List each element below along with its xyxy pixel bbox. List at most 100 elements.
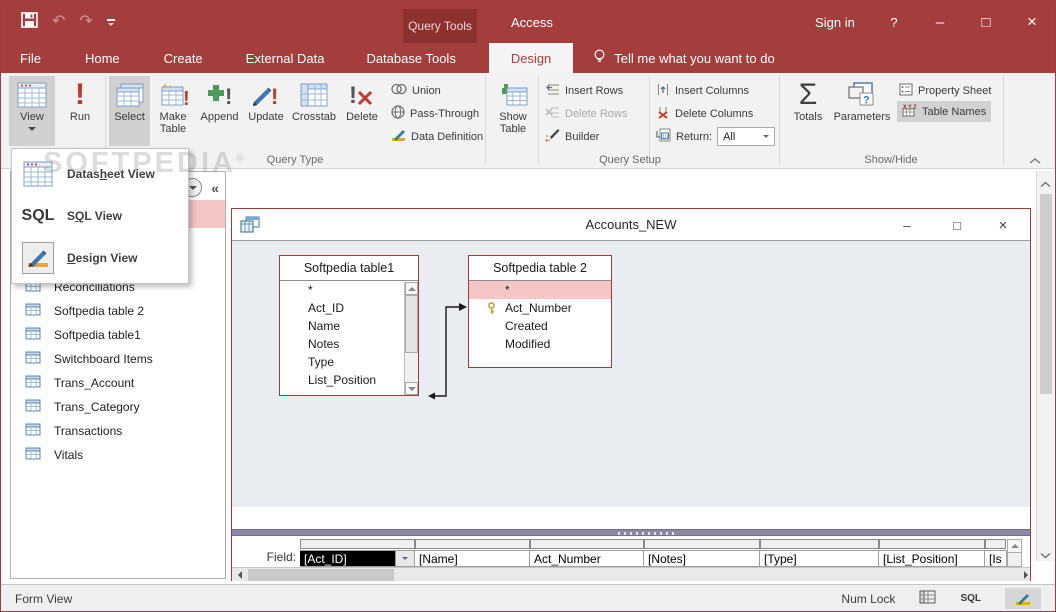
grid-horizontal-scrollbar[interactable] bbox=[232, 567, 1030, 581]
tab-home[interactable]: Home bbox=[66, 43, 139, 73]
view-label: View bbox=[20, 111, 44, 123]
join-line[interactable] bbox=[232, 241, 632, 441]
grid-column-header[interactable] bbox=[644, 539, 760, 549]
insert-columns-button[interactable]: Insert Columns bbox=[656, 80, 749, 101]
view-button[interactable]: View bbox=[9, 76, 55, 146]
property-sheet-button[interactable]: Property Sheet bbox=[899, 80, 991, 101]
tab-design[interactable]: Design bbox=[488, 43, 574, 73]
totals-button[interactable]: Σ Totals bbox=[787, 76, 829, 146]
grid-cell-act-id[interactable]: [Act_ID] bbox=[300, 550, 415, 567]
grid-column-header[interactable] bbox=[985, 539, 1006, 549]
builder-label: Builder bbox=[565, 130, 600, 143]
tab-external-data[interactable]: External Data bbox=[227, 43, 344, 73]
design-view-status-icon[interactable] bbox=[1005, 588, 1041, 609]
join-arrow-left bbox=[428, 392, 435, 400]
update-button[interactable]: ! Update bbox=[244, 76, 288, 146]
grid-column-header[interactable] bbox=[300, 539, 415, 549]
run-button[interactable]: ! Run bbox=[59, 76, 101, 146]
grid-scroll-up-icon[interactable] bbox=[1008, 540, 1021, 553]
tab-file[interactable]: File bbox=[1, 43, 60, 73]
return-combobox[interactable]: All bbox=[717, 127, 776, 146]
parameters-label: Parameters bbox=[833, 111, 891, 123]
nav-item-softpedia-table-2[interactable]: Softpedia table 2 bbox=[11, 299, 225, 323]
nav-item-trans-category[interactable]: Trans_Category bbox=[11, 395, 225, 419]
svg-text:!: ! bbox=[271, 84, 278, 108]
table-icon bbox=[25, 303, 41, 319]
builder-button[interactable]: Builder bbox=[545, 126, 599, 147]
table-names-toggle[interactable]: X Y Z Table Names bbox=[897, 101, 992, 122]
shutter-bar-collapse-icon[interactable]: « bbox=[211, 180, 219, 196]
datasheet-view-status-icon[interactable] bbox=[919, 590, 936, 607]
field-row-label: Field: bbox=[266, 550, 296, 564]
show-table-button[interactable]: Show Table bbox=[491, 76, 535, 146]
help-button[interactable]: ? bbox=[871, 15, 917, 30]
minimize-button[interactable]: – bbox=[917, 14, 963, 31]
designer-splitter[interactable] bbox=[232, 529, 1030, 536]
query-maximize-button[interactable]: □ bbox=[934, 209, 980, 241]
contextual-tab-query-tools[interactable]: Query Tools bbox=[403, 9, 477, 43]
nav-item-transactions[interactable]: Transactions bbox=[11, 419, 225, 443]
sql-view-status-icon[interactable]: SQL bbox=[960, 593, 981, 604]
return-icon: 10 bbox=[656, 128, 671, 145]
scroll-left-icon[interactable] bbox=[232, 568, 247, 582]
parameters-button[interactable]: ? Parameters bbox=[831, 76, 893, 146]
nav-item-label: Softpedia table1 bbox=[54, 328, 141, 342]
menu-item-datasheet-view[interactable]: Datasheet View bbox=[12, 153, 188, 195]
scrollbar-thumb[interactable] bbox=[1040, 194, 1052, 394]
collapse-ribbon-chevron-icon[interactable] bbox=[1029, 152, 1041, 170]
sign-in-button[interactable]: Sign in bbox=[799, 15, 871, 30]
customize-qat-icon[interactable] bbox=[106, 18, 115, 26]
scroll-down-chevron-icon[interactable] bbox=[1040, 546, 1051, 564]
nav-item-switchboard-items[interactable]: Switchboard Items bbox=[11, 347, 225, 371]
nav-item-softpedia-table1[interactable]: Softpedia table1 bbox=[11, 323, 225, 347]
grid-cell-list-position[interactable]: [List_Position] bbox=[879, 550, 985, 567]
crosstab-button[interactable]: Crosstab bbox=[289, 76, 339, 146]
tab-database-tools[interactable]: Database Tools bbox=[347, 43, 474, 73]
grid-cell-type[interactable]: [Type] bbox=[760, 550, 879, 567]
menu-item-sql-view[interactable]: SQL SQL View bbox=[12, 195, 188, 237]
undo-icon[interactable]: ↶ bbox=[52, 14, 65, 30]
table-icon bbox=[25, 375, 41, 391]
menu-item-design-view[interactable]: Design View bbox=[12, 237, 188, 279]
query-close-button[interactable]: × bbox=[980, 209, 1026, 241]
select-query-button[interactable]: Select bbox=[109, 76, 150, 146]
grid-column-header[interactable] bbox=[879, 539, 985, 549]
grid-cell-clipped[interactable]: [Is bbox=[985, 550, 1007, 567]
crosstab-label: Crosstab bbox=[291, 111, 337, 123]
status-bar: Form View Num Lock SQL bbox=[1, 584, 1055, 611]
save-icon[interactable] bbox=[21, 11, 38, 33]
table-icon bbox=[25, 327, 41, 343]
grid-cell-act-number[interactable]: Act_Number bbox=[530, 550, 644, 567]
grid-column-header[interactable] bbox=[760, 539, 879, 549]
append-button[interactable]: ! Append bbox=[197, 76, 242, 146]
scroll-up-chevron-icon[interactable] bbox=[1040, 175, 1051, 193]
tab-create[interactable]: Create bbox=[145, 43, 222, 73]
grid-cell-notes[interactable]: [Notes] bbox=[644, 550, 760, 567]
grid-column-header[interactable] bbox=[415, 539, 530, 549]
union-button[interactable]: Union bbox=[391, 80, 441, 101]
data-definition-button[interactable]: Data Definition bbox=[391, 126, 483, 147]
close-button[interactable]: × bbox=[1009, 12, 1055, 32]
insert-rows-button[interactable]: Insert Rows bbox=[545, 80, 623, 101]
maximize-button[interactable]: □ bbox=[963, 14, 1009, 31]
redo-icon[interactable]: ↷ bbox=[79, 14, 92, 30]
nav-item-label: Vitals bbox=[54, 448, 84, 462]
query-window-titlebar[interactable]: Accounts_NEW – □ × bbox=[232, 209, 1030, 241]
update-label: Update bbox=[248, 111, 284, 123]
view-dropdown-arrow[interactable] bbox=[28, 127, 36, 131]
delete-columns-button[interactable]: Delete Columns bbox=[656, 103, 753, 124]
grid-column-header[interactable] bbox=[530, 539, 644, 549]
query-minimize-button[interactable]: – bbox=[884, 209, 930, 241]
nav-item-vitals[interactable]: Vitals bbox=[11, 443, 225, 467]
grid-vertical-scrollbar[interactable] bbox=[1007, 539, 1022, 567]
pass-through-button[interactable]: Pass-Through bbox=[391, 103, 479, 124]
h-scrollbar-thumb[interactable] bbox=[248, 568, 394, 581]
workspace-vertical-scrollbar[interactable] bbox=[1036, 171, 1054, 561]
field-combo-arrow[interactable] bbox=[395, 551, 414, 566]
tell-me-box[interactable]: Tell me what you want to do bbox=[573, 43, 775, 73]
nav-item-trans-account[interactable]: Trans_Account bbox=[11, 371, 225, 395]
grid-cell-name[interactable]: [Name] bbox=[415, 550, 530, 567]
scroll-right-icon[interactable] bbox=[1024, 570, 1028, 579]
make-table-button[interactable]: ! Make Table bbox=[152, 76, 194, 146]
delete-query-button[interactable]: ! Delete bbox=[341, 76, 383, 146]
